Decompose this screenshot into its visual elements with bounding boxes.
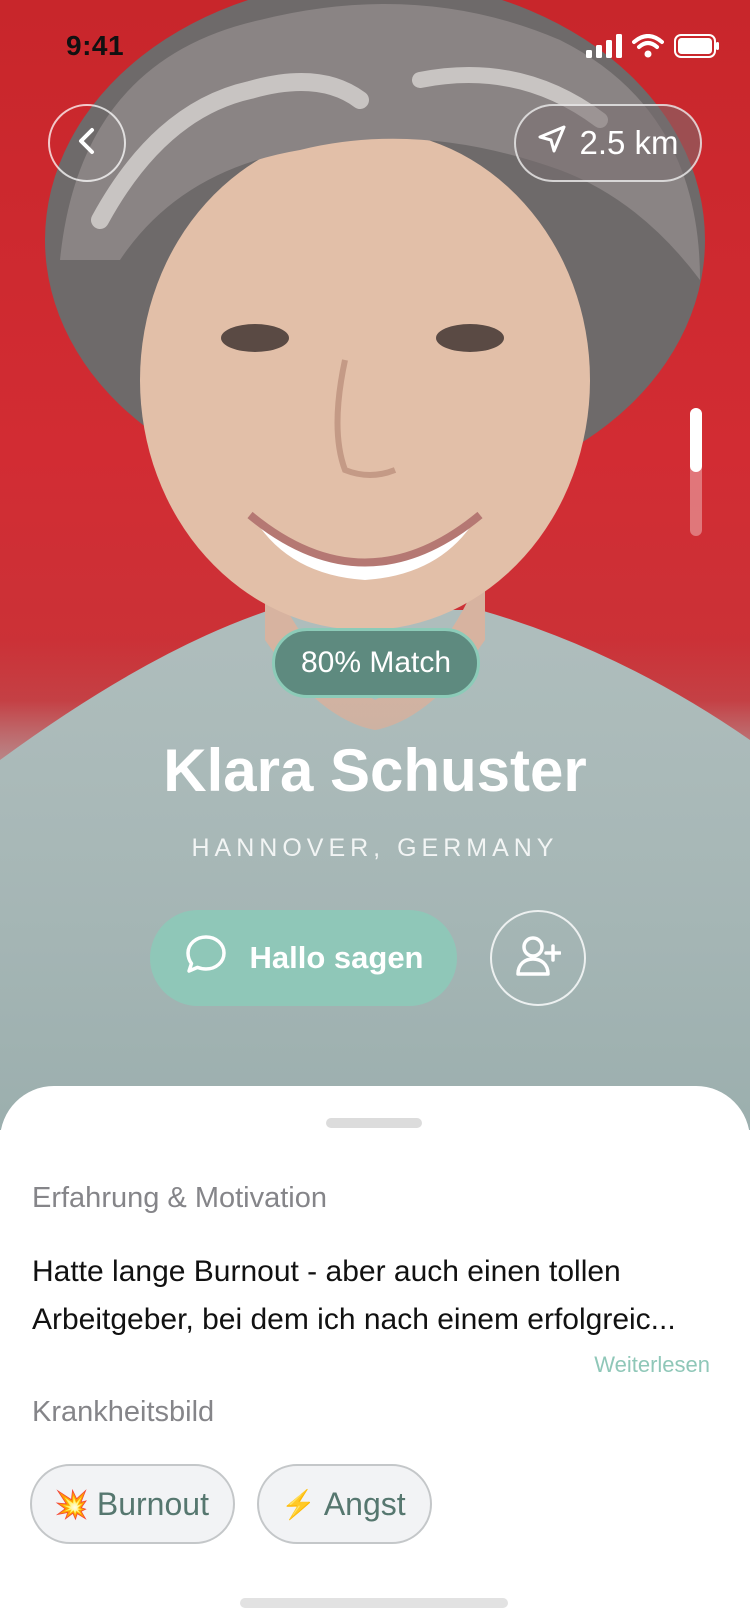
add-user-icon <box>515 934 562 983</box>
tag-label: Angst <box>323 1485 406 1522</box>
say-hello-button[interactable]: Hallo sagen <box>150 910 457 1006</box>
condition-tags: 💥 Burnout ⚡ Angst <box>30 1464 432 1544</box>
wifi-icon <box>632 34 664 63</box>
tag-angst[interactable]: ⚡ Angst <box>256 1464 432 1544</box>
collision-icon: 💥 <box>54 1488 89 1520</box>
battery-icon <box>674 34 720 63</box>
match-badge: 80% Match <box>272 628 480 698</box>
experience-title: Erfahrung & Motivation <box>32 1182 327 1214</box>
condition-title: Krankheitsbild <box>32 1396 215 1428</box>
say-hello-label: Hallo sagen <box>249 940 424 975</box>
profile-screen: 9:41 2.5 km 80% Match Klara Schuster HAN… <box>0 0 750 1624</box>
tag-burnout[interactable]: 💥 Burnout <box>30 1464 235 1544</box>
experience-text: Hatte lange Burnout - aber auch einen to… <box>32 1248 722 1344</box>
profile-location: HANNOVER, GERMANY <box>191 834 559 862</box>
navigation-arrow-icon <box>537 124 567 162</box>
experience-line-2: Arbeitgeber, bei dem ich nach einem erfo… <box>32 1303 676 1336</box>
distance-value: 2.5 km <box>579 124 679 161</box>
read-more-link[interactable]: Weiterlesen <box>594 1352 710 1378</box>
lightning-icon: ⚡ <box>280 1488 316 1520</box>
home-indicator <box>240 1598 508 1608</box>
profile-name: Klara Schuster <box>163 737 587 804</box>
distance-badge[interactable]: 2.5 km <box>514 104 702 182</box>
photo-scroll-thumb[interactable] <box>690 408 702 472</box>
status-time: 9:41 <box>66 30 125 61</box>
back-chevron-icon <box>74 126 100 161</box>
add-friend-button[interactable] <box>490 910 586 1006</box>
sheet-handle[interactable] <box>326 1118 422 1128</box>
signal-icon <box>586 34 622 63</box>
tag-label: Burnout <box>96 1485 209 1522</box>
chat-bubble-icon <box>184 933 228 983</box>
back-button[interactable] <box>48 104 126 182</box>
status-bar: 9:41 <box>0 0 750 96</box>
details-sheet: Erfahrung & Motivation Hatte lange Burno… <box>0 1086 750 1624</box>
experience-line-1: Hatte lange Burnout - aber auch einen to… <box>32 1255 621 1288</box>
status-icons <box>586 34 720 63</box>
